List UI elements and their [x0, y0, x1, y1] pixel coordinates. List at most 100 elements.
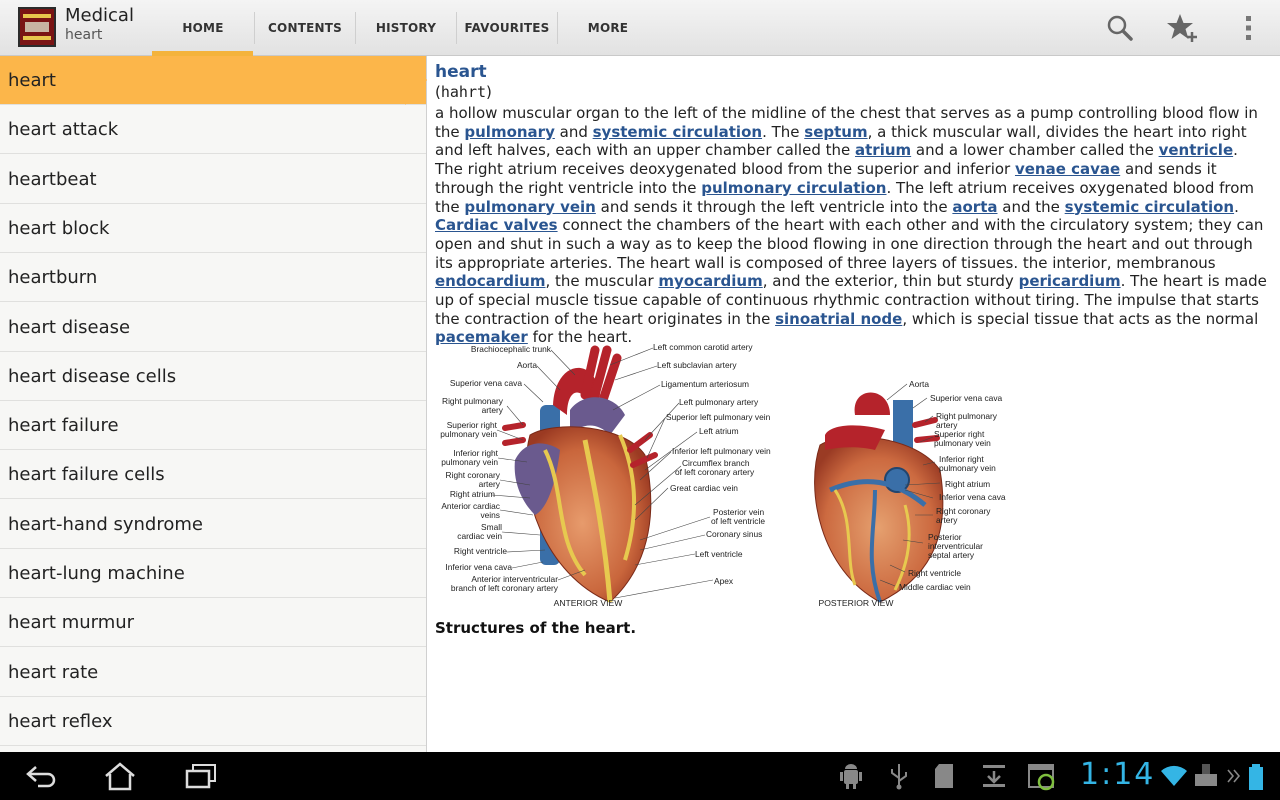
- definition-link[interactable]: myocardium: [658, 272, 762, 290]
- figure-label: Aorta: [909, 379, 929, 389]
- back-icon[interactable]: [24, 762, 58, 790]
- tab-more[interactable]: MORE: [557, 0, 659, 56]
- figure-label: Great cardiac vein: [670, 483, 738, 493]
- definition-segment: , which is special tissue that acts as t…: [902, 310, 1258, 328]
- definition-link[interactable]: venae cavae: [1015, 160, 1120, 178]
- definition-link[interactable]: systemic circulation: [1065, 198, 1234, 216]
- list-item[interactable]: heart block: [0, 204, 427, 253]
- figure-label: Right atrium: [945, 479, 990, 489]
- tab-history[interactable]: HISTORY: [355, 0, 457, 56]
- figure-label: pulmonary vein: [934, 438, 991, 448]
- recent-apps-icon[interactable]: [184, 762, 218, 790]
- list-item[interactable]: heart rate: [0, 648, 427, 697]
- definition-segment: and: [555, 123, 593, 141]
- list-item[interactable]: heart-hand syndrome: [0, 500, 427, 549]
- android-debug-icon: [838, 762, 864, 790]
- term-list[interactable]: heart heart attack heartbeat heart block…: [0, 56, 427, 752]
- figure-label: septal artery: [928, 550, 975, 560]
- posterior-view-label: POSTERIOR VIEW: [819, 598, 895, 608]
- figure-label: Left subclavian artery: [657, 360, 737, 370]
- definition-link[interactable]: pulmonary circulation: [701, 179, 886, 197]
- list-item[interactable]: heart-lung machine: [0, 549, 427, 598]
- figure-label: artery: [936, 515, 958, 525]
- list-item[interactable]: heart reflex: [0, 697, 427, 746]
- overflow-menu-icon[interactable]: [1232, 12, 1264, 44]
- definition-link[interactable]: pulmonary vein: [464, 198, 595, 216]
- list-item[interactable]: heart disease: [0, 303, 427, 352]
- figure-label: Ligamentum arteriosum: [661, 379, 749, 389]
- figure-label: Left pulmonary artery: [679, 397, 759, 407]
- pronunciation: (hahrt): [435, 83, 1270, 101]
- figure-label: veins: [480, 510, 500, 520]
- app-title: Medical: [65, 5, 134, 26]
- list-item[interactable]: heart disease cells: [0, 352, 427, 401]
- search-icon[interactable]: [1104, 12, 1136, 44]
- list-item[interactable]: heart attack: [0, 105, 427, 154]
- definition-link[interactable]: systemic circulation: [593, 123, 762, 141]
- list-item[interactable]: heartburn: [0, 253, 427, 302]
- tab-home[interactable]: HOME: [152, 0, 254, 56]
- figure-label: branch of left coronary artery: [451, 583, 559, 593]
- figure-label: Inferior vena cava: [939, 492, 1006, 502]
- figure-label: Middle cardiac vein: [899, 582, 971, 592]
- figure-label: Left atrium: [699, 426, 739, 436]
- figure-label: of left coronary artery: [675, 467, 755, 477]
- entry-article: heart (hahrt) a hollow muscular organ to…: [435, 62, 1270, 347]
- figure-caption: Structures of the heart.: [435, 619, 636, 637]
- download-icon: [980, 762, 1008, 790]
- definition-link[interactable]: pulmonary: [464, 123, 554, 141]
- definition-segment: connect the chambers of the heart with e…: [435, 216, 1263, 271]
- definition-segment: and the: [998, 198, 1065, 216]
- definition-link[interactable]: endocardium: [435, 272, 546, 290]
- keyboard-battery-icon: [1192, 762, 1220, 788]
- list-item[interactable]: heart failure cells: [0, 450, 427, 499]
- overflow-chevron-icon: [1225, 762, 1241, 790]
- figure-label: Left ventricle: [695, 549, 743, 559]
- definition-link[interactable]: aorta: [952, 198, 997, 216]
- definition-segment: and a lower chamber called the: [911, 141, 1158, 159]
- figure-label: Brachiocephalic trunk: [471, 344, 552, 354]
- dorlands-dictionary-app-icon[interactable]: [18, 7, 56, 47]
- definition-segment: and sends it through the left ventricle …: [596, 198, 953, 216]
- figure-label: Coronary sinus: [706, 529, 762, 539]
- add-favourite-star-icon[interactable]: [1166, 12, 1198, 44]
- definition-segment: .: [1234, 198, 1239, 216]
- figure-label: Inferior vena cava: [445, 562, 512, 572]
- wifi-icon: [1160, 762, 1188, 788]
- figure-label: Right ventricle: [454, 546, 507, 556]
- definition-text: a hollow muscular organ to the left of t…: [435, 104, 1270, 347]
- figure-label: Aorta: [517, 360, 537, 370]
- entry-title: heart: [435, 62, 1270, 82]
- anterior-heart-drawing: [505, 350, 655, 602]
- anterior-labels-right: Left common carotid artery Left subclavi…: [653, 342, 771, 586]
- tab-favourites[interactable]: FAVOURITES: [456, 0, 558, 56]
- definition-segment: , the muscular: [546, 272, 659, 290]
- figure-label: cardiac vein: [457, 531, 502, 541]
- tab-contents[interactable]: CONTENTS: [254, 0, 356, 56]
- sd-card-icon: [933, 762, 957, 790]
- definition-link[interactable]: atrium: [855, 141, 911, 159]
- figure-label: pulmonary vein: [440, 429, 497, 439]
- usb-icon: [888, 762, 910, 790]
- figure-label: Inferior left pulmonary vein: [672, 446, 771, 456]
- selection-pointer: [405, 56, 427, 105]
- list-item[interactable]: heart failure: [0, 401, 427, 450]
- battery-icon: [1247, 762, 1265, 792]
- list-item[interactable]: heart murmur: [0, 598, 427, 647]
- definition-segment: . The: [762, 123, 804, 141]
- list-item[interactable]: heartbeat: [0, 155, 427, 204]
- home-icon[interactable]: [103, 762, 137, 792]
- definition-link[interactable]: sinoatrial node: [775, 310, 902, 328]
- definition-link[interactable]: Cardiac valves: [435, 216, 558, 234]
- figure-label: Right atrium: [450, 489, 495, 499]
- list-item-selected[interactable]: heart: [0, 56, 427, 105]
- app-subtitle: heart: [65, 27, 102, 43]
- figure-label: Superior left pulmonary vein: [666, 412, 771, 422]
- definition-link[interactable]: ventricle: [1159, 141, 1234, 159]
- definition-segment: , and the exterior, thin but sturdy: [763, 272, 1019, 290]
- anterior-view-label: ANTERIOR VIEW: [554, 598, 624, 608]
- definition-link[interactable]: septum: [804, 123, 867, 141]
- status-clock: 1:14: [1080, 757, 1155, 792]
- action-bar: Medical heart HOME CONTENTS HISTORY FAVO…: [0, 0, 1280, 56]
- definition-link[interactable]: pericardium: [1019, 272, 1121, 290]
